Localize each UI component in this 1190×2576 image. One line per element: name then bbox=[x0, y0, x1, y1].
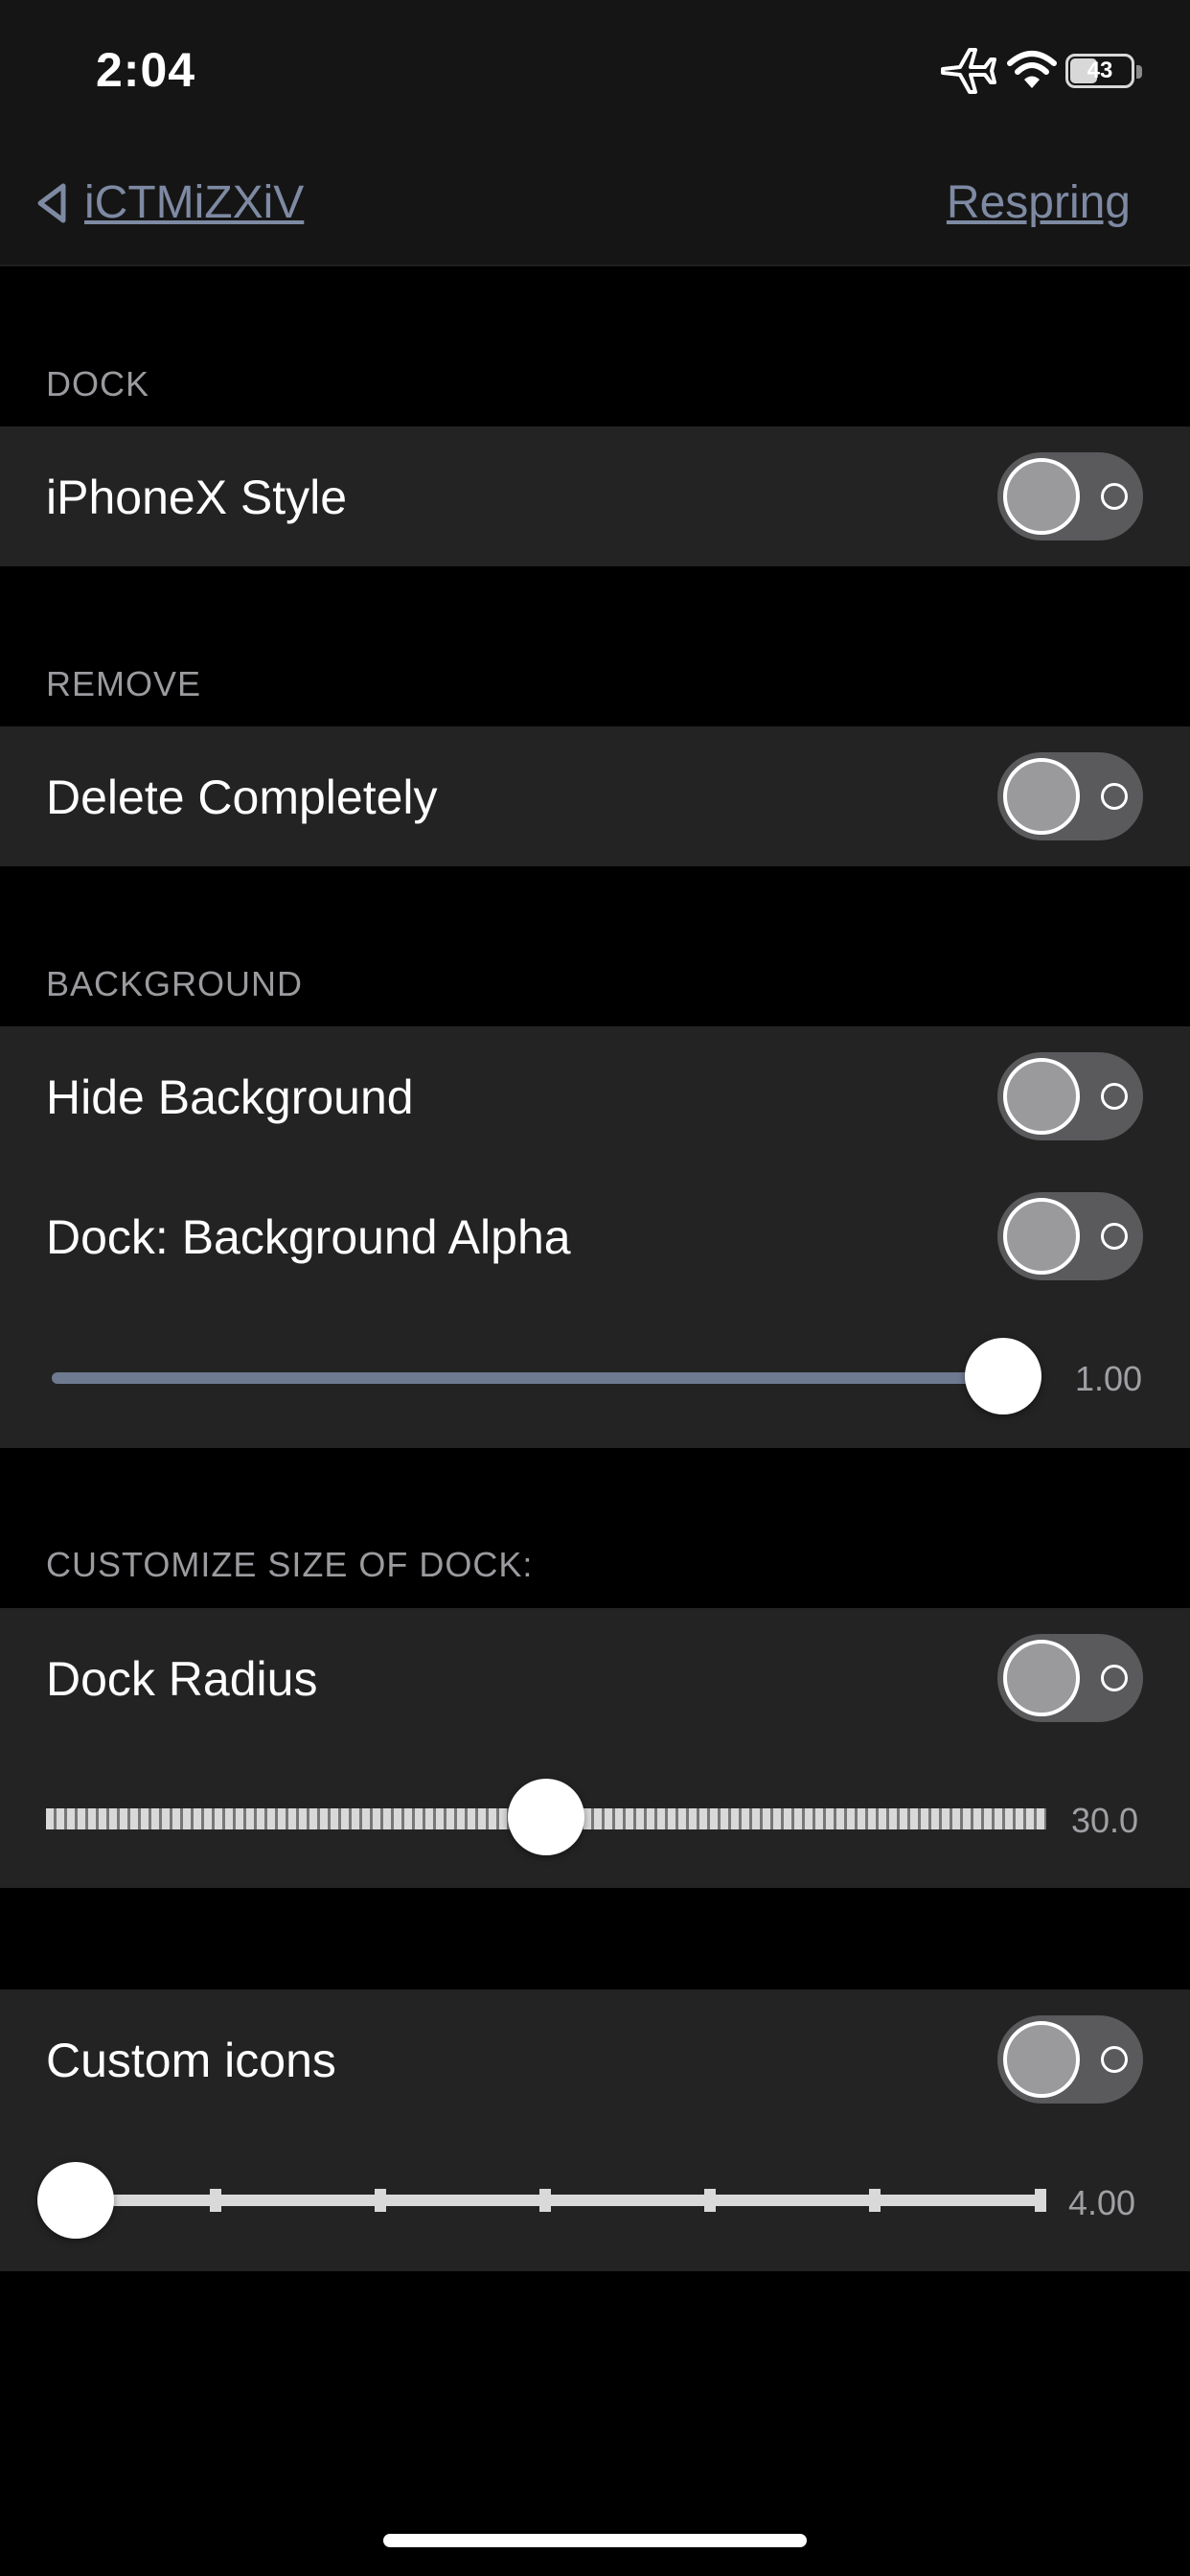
icons-slider-tick bbox=[869, 2189, 881, 2212]
respring-button[interactable]: Respring bbox=[947, 176, 1131, 229]
iphonex-style-toggle[interactable] bbox=[997, 452, 1143, 540]
delete-completely-label: Delete Completely bbox=[46, 770, 438, 824]
radius-slider-value: 30.0 bbox=[1071, 1801, 1139, 1840]
delete-completely-toggle[interactable] bbox=[997, 752, 1143, 840]
custom-icons-toggle[interactable] bbox=[997, 2015, 1143, 2104]
section-header-dock: DOCK bbox=[46, 364, 150, 403]
icons-slider-value: 4.00 bbox=[1068, 2183, 1136, 2222]
airplane-icon bbox=[937, 44, 996, 98]
status-time: 2:04 bbox=[96, 43, 196, 97]
alpha-slider-value: 1.00 bbox=[1075, 1359, 1143, 1398]
hide-background-toggle[interactable] bbox=[997, 1052, 1143, 1140]
section-header-background: BACKGROUND bbox=[46, 964, 304, 1003]
icons-slider-tick bbox=[1035, 2189, 1046, 2212]
alpha-slider-thumb[interactable] bbox=[965, 1338, 1041, 1414]
dock-radius-label: Dock Radius bbox=[46, 1652, 318, 1706]
battery-level: 43 bbox=[1087, 58, 1113, 83]
icons-slider-thumb[interactable] bbox=[37, 2162, 114, 2239]
icons-slider-tick bbox=[210, 2189, 221, 2212]
alpha-slider-track[interactable] bbox=[52, 1372, 1010, 1384]
iphonex-style-label: iPhoneX Style bbox=[46, 471, 348, 524]
back-button[interactable]: iCTMiZXiV bbox=[84, 176, 304, 229]
background-alpha-label: Dock: Background Alpha bbox=[46, 1210, 571, 1264]
wifi-icon bbox=[1006, 48, 1058, 92]
radius-slider-thumb[interactable] bbox=[508, 1779, 584, 1855]
background-alpha-toggle[interactable] bbox=[997, 1192, 1143, 1280]
custom-icons-label: Custom icons bbox=[46, 2034, 336, 2087]
back-chevron-icon[interactable] bbox=[34, 182, 69, 224]
section-header-size: CUSTOMIZE SIZE OF DOCK: bbox=[46, 1545, 534, 1584]
home-indicator[interactable] bbox=[383, 2534, 807, 2547]
dock-radius-toggle[interactable] bbox=[997, 1634, 1143, 1722]
icons-slider-tick bbox=[539, 2189, 551, 2212]
section-header-remove: REMOVE bbox=[46, 664, 202, 703]
icons-slider-tick bbox=[375, 2189, 386, 2212]
icons-slider-tick bbox=[704, 2189, 716, 2212]
hide-background-label: Hide Background bbox=[46, 1070, 414, 1124]
battery-icon: 43 bbox=[1065, 54, 1144, 90]
